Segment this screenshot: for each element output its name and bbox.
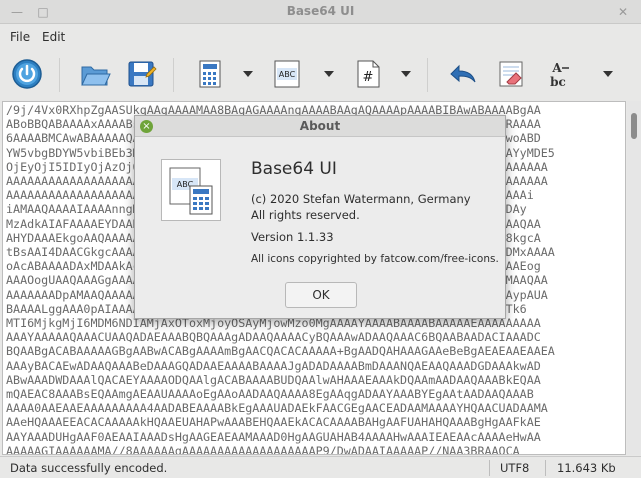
abc-format-icon: ABC <box>274 60 300 88</box>
encode-button[interactable] <box>194 58 226 90</box>
chevron-down-icon[interactable] <box>243 70 253 78</box>
dialog-version: Version 1.1.33 <box>251 230 334 244</box>
menu-edit[interactable]: Edit <box>42 30 65 44</box>
ok-button[interactable]: OK <box>285 282 357 308</box>
app-icon: ABC <box>161 159 221 221</box>
clear-button[interactable] <box>495 58 527 90</box>
status-message: Data successfully encoded. <box>10 461 168 475</box>
dialog-title: About <box>299 119 341 133</box>
window-title: Base64 UI <box>286 4 355 18</box>
dialog-copyright: (c) 2020 Stefan Watermann, Germany <box>251 192 471 206</box>
hash-button[interactable]: # <box>352 58 384 90</box>
status-size: 11.643 Kb <box>557 461 616 475</box>
hash-document-icon: # <box>357 60 380 88</box>
open-folder-icon <box>81 66 111 86</box>
undo-button[interactable] <box>447 58 479 90</box>
about-dialog: × About ABC Base64 UI (c) 2020 Stefan Wa… <box>134 115 506 319</box>
spell-check-icon: A bc <box>550 61 569 89</box>
svg-text:A: A <box>551 61 562 75</box>
scrollbar-thumb[interactable] <box>631 113 637 139</box>
undo-icon <box>450 64 476 83</box>
dialog-app-name: Base64 UI <box>251 159 337 179</box>
vertical-scrollbar[interactable] <box>627 101 641 455</box>
svg-text:#: # <box>363 70 374 85</box>
chevron-down-icon[interactable] <box>401 70 411 78</box>
encode-calc-icon <box>199 60 221 88</box>
power-icon <box>12 59 42 89</box>
open-button[interactable] <box>79 58 111 90</box>
menu-file[interactable]: File <box>10 30 30 44</box>
app-window: — □ ✕ Base64 UI File Edit ABC # A bc /9j… <box>0 0 641 478</box>
clear-eraser-icon <box>499 61 523 87</box>
dialog-rights: All rights reserved. <box>251 208 360 222</box>
toolbar: ABC # A bc <box>0 50 641 100</box>
svg-text:ABC: ABC <box>279 70 296 79</box>
save-button[interactable] <box>125 58 157 90</box>
format-button[interactable]: ABC <box>271 58 303 90</box>
status-bar: Data successfully encoded. UTF8 11.643 K… <box>0 456 641 478</box>
save-icon <box>128 61 157 87</box>
menu-bar: File Edit <box>0 25 641 49</box>
chevron-down-icon[interactable] <box>603 70 613 78</box>
dialog-title-bar: × About <box>135 116 505 137</box>
title-bar: — □ ✕ Base64 UI <box>0 0 641 24</box>
dialog-icons-credit: All icons copyrighted by fatcow.com/free… <box>251 253 499 265</box>
svg-text:bc: bc <box>550 75 566 89</box>
power-button[interactable] <box>11 58 43 90</box>
spell-check-button[interactable]: A bc <box>542 58 574 90</box>
chevron-down-icon[interactable] <box>324 70 334 78</box>
app-logo-icon: ABC <box>169 167 213 215</box>
status-encoding: UTF8 <box>500 461 530 475</box>
